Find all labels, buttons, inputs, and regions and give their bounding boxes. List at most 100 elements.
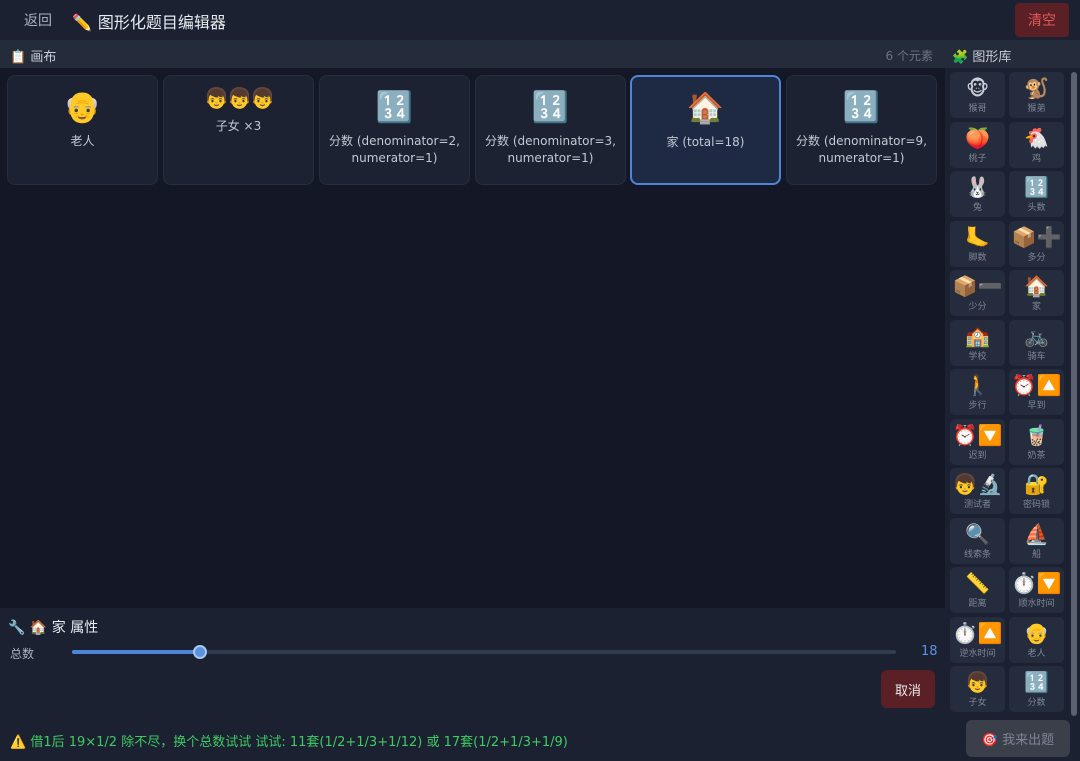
properties-title-text: 家 属性 (51, 620, 99, 636)
library-item-迟到[interactable]: ⏰🔽 迟到 (950, 418, 1005, 465)
library-item-icon: 🐵 (965, 76, 990, 100)
library-item-多分[interactable]: 📦➕ 多分 (1009, 220, 1064, 267)
canvas-card-fraction-9[interactable]: 🔢 分数 (denominator=9, numerator=1) (786, 75, 937, 185)
card-label: 分数 (denominator=9, numerator=1) (796, 134, 927, 165)
library-item-icon: 🏠 (1024, 274, 1049, 298)
library-item-label: 骑车 (1027, 351, 1046, 362)
cancel-button[interactable]: 取消 (881, 670, 935, 708)
status-bar: ⚠️ 借1后 19×1/2 除不尽，换个总数试试 试试: 11套(1/2+1/3… (0, 716, 1080, 761)
card-label: 分数 (denominator=3, numerator=1) (485, 134, 616, 165)
elder-icon: 👴 (63, 90, 102, 125)
canvas-header: 📋 画布 6 个元素 (0, 40, 945, 68)
library-item-label: 学校 (968, 351, 987, 362)
library-item-顺水时间[interactable]: ⏱️🔽 顺水时间 (1009, 567, 1064, 613)
library-scrollbar[interactable] (1071, 72, 1077, 716)
library-item-骑车[interactable]: 🚲 骑车 (1009, 319, 1064, 366)
wrench-icon: 🔧 (8, 620, 26, 636)
library-item-密码锁[interactable]: 🔐 密码锁 (1009, 468, 1064, 514)
library-item-label: 少分 (968, 302, 987, 312)
library-item-猴弟[interactable]: 🐒 猴弟 (1009, 72, 1064, 118)
library-item-脚数[interactable]: 🦶 脚数 (950, 220, 1005, 267)
card-label: 家 (total=18) (666, 135, 745, 149)
element-count: 6 个元素 (885, 49, 933, 63)
canvas-card-children[interactable]: 👦👦👦 子女 ×3 (163, 75, 314, 185)
library-item-线索条[interactable]: 🔍 线索条 (950, 517, 1005, 564)
library-item-label: 测试者 (963, 500, 991, 510)
library-item-icon: 🔢 (1024, 670, 1049, 694)
library-item-label: 密码锁 (1022, 500, 1050, 510)
library-item-label: 线索条 (963, 549, 991, 560)
puzzle-icon: 🧩 (952, 50, 969, 65)
clear-button[interactable]: 清空 (1015, 3, 1069, 37)
library-item-icon: 🔍 (965, 521, 990, 546)
library-item-label: 距离 (968, 599, 987, 609)
library-item-奶茶[interactable]: 🧋 奶茶 (1009, 418, 1064, 465)
top-bar: 返回 ✏️ 图形化题目编辑器 清空 (0, 0, 1080, 40)
library-item-步行[interactable]: 🚶 步行 (950, 369, 1005, 415)
library-title-text: 图形库 (972, 50, 1012, 65)
numbers-icon: 🔢 (375, 90, 414, 125)
library-item-icon: 📦➕ (1011, 224, 1062, 249)
library-item-label: 船 (1031, 549, 1041, 560)
canvas-card-fraction-3[interactable]: 🔢 分数 (denominator=3, numerator=1) (475, 75, 626, 185)
library-item-label: 家 (1031, 302, 1041, 312)
library-item-label: 老人 (1027, 648, 1046, 659)
library-item-icon: ⏰🔼 (1011, 373, 1062, 397)
back-button[interactable]: 返回 (24, 10, 52, 30)
library-item-label: 脚数 (968, 252, 987, 263)
canvas-title: 📋 画布 (10, 46, 56, 65)
library-item-早到[interactable]: ⏰🔼 早到 (1009, 369, 1064, 415)
library-item-家[interactable]: 🏠 家 (1009, 270, 1064, 316)
canvas-card-elder[interactable]: 👴 老人 (7, 75, 158, 185)
house-icon: 🏠 (686, 91, 725, 126)
app-title-text: 图形化题目编辑器 (97, 13, 226, 32)
canvas-area[interactable]: 👴 老人 👦👦👦 子女 ×3 🔢 分数 (denominator=2, nume… (0, 68, 945, 608)
library-item-头数[interactable]: 🔢 头数 (1009, 171, 1064, 217)
canvas-card-fraction-2[interactable]: 🔢 分数 (denominator=2, numerator=1) (319, 75, 470, 185)
total-slider[interactable] (72, 645, 896, 659)
library-item-icon: 🐒 (1024, 76, 1049, 100)
library-item-桃子[interactable]: 🍑 桃子 (950, 121, 1005, 168)
library-item-icon: ⛵ (1024, 521, 1049, 546)
library-item-测试者[interactable]: 👦🔬 测试者 (950, 468, 1005, 514)
submit-question-button[interactable]: 🎯 我来出题 (966, 720, 1070, 757)
library-item-label: 多分 (1027, 252, 1046, 263)
library-item-学校[interactable]: 🏫 学校 (950, 319, 1005, 366)
library-item-icon: ⏱️🔽 (1011, 571, 1062, 595)
library-item-距离[interactable]: 📏 距离 (950, 567, 1005, 613)
card-label: 老人 (70, 134, 95, 148)
total-value: 18 (921, 644, 938, 659)
numbers-icon: 🔢 (842, 90, 881, 125)
library-item-分数[interactable]: 🔢 分数 (1009, 666, 1064, 712)
library-item-少分[interactable]: 📦➖ 少分 (950, 270, 1005, 316)
library-item-子女[interactable]: 👦 子女 (950, 666, 1005, 712)
library-item-icon: 🚶 (965, 373, 990, 397)
library-item-船[interactable]: ⛵ 船 (1009, 517, 1064, 564)
properties-panel: 🔧 🏠 家 属性 总数 18 取消 (0, 608, 945, 716)
library-item-猴哥[interactable]: 🐵 猴哥 (950, 72, 1005, 118)
library-item-icon: 📦➖ (952, 274, 1003, 298)
library-item-icon: 🏫 (965, 323, 990, 348)
library-item-鸡[interactable]: 🐔 鸡 (1009, 121, 1064, 168)
properties-title: 🔧 🏠 家 属性 (8, 617, 98, 637)
slider-thumb[interactable] (192, 645, 207, 659)
library-item-label: 鸡 (1031, 153, 1041, 164)
library-item-label: 子女 (968, 698, 987, 708)
library-item-icon: 👦 (965, 670, 990, 694)
library-item-icon: 🍑 (965, 125, 990, 150)
canvas-card-home[interactable]: 🏠 家 (total=18) (630, 75, 781, 185)
card-label: 子女 ×3 (215, 119, 262, 133)
library-title: 🧩 图形库 (952, 46, 1011, 65)
library-item-label: 早到 (1027, 401, 1046, 411)
library-item-label: 奶茶 (1027, 450, 1046, 461)
library-item-老人[interactable]: 👴 老人 (1009, 616, 1064, 663)
slider-fill (72, 650, 200, 654)
library-item-label: 迟到 (968, 450, 987, 461)
pencil-icon: ✏️ (72, 13, 92, 32)
library-item-逆水时间[interactable]: ⏱️🔼 逆水时间 (950, 616, 1005, 663)
library-item-label: 头数 (1027, 203, 1046, 213)
numbers-icon: 🔢 (531, 90, 570, 125)
house-icon: 🏠 (29, 620, 48, 636)
library-item-兔[interactable]: 🐰 兔 (950, 171, 1005, 217)
library-item-icon: 🔢 (1024, 175, 1049, 199)
